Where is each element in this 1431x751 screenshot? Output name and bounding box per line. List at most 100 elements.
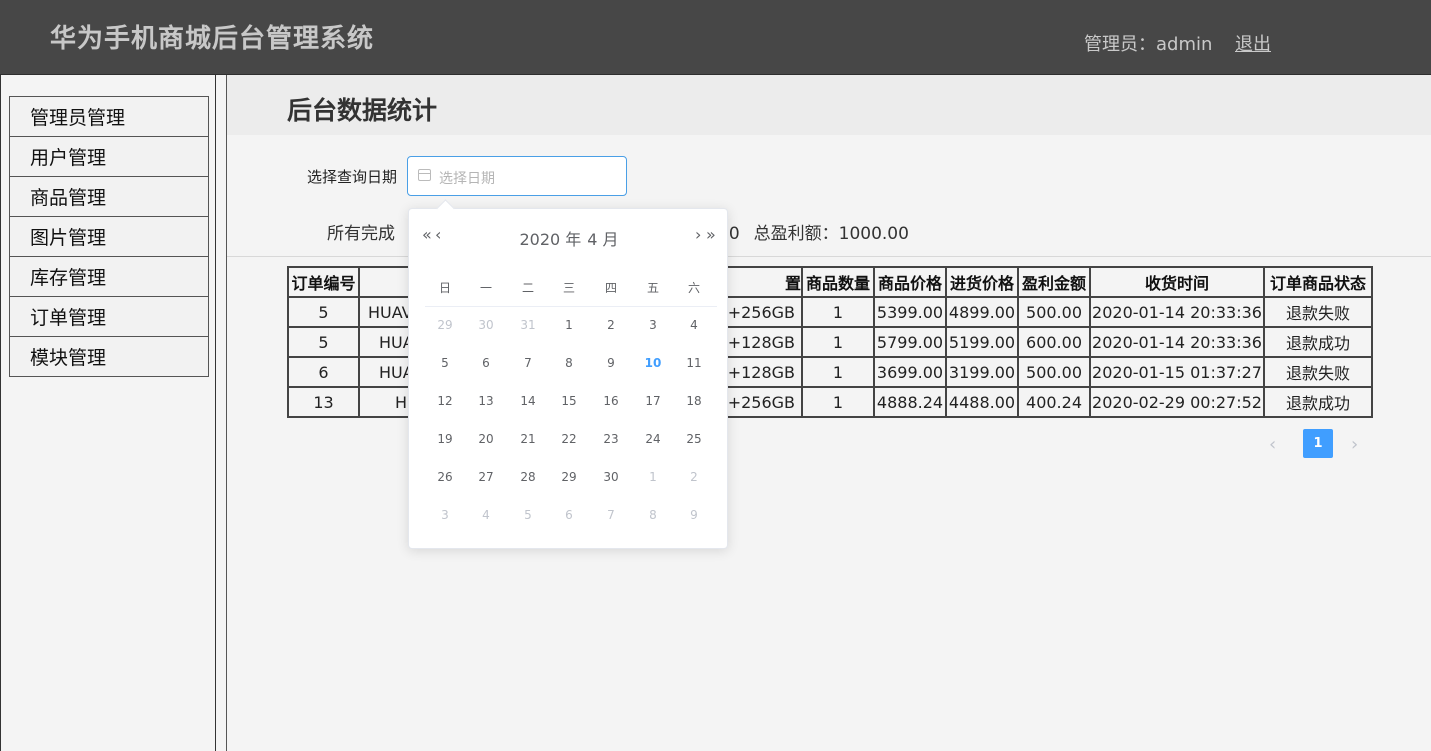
calendar-day[interactable]: 14: [513, 394, 543, 408]
pager-page-current[interactable]: 1: [1303, 429, 1333, 458]
sidebar-item-modules[interactable]: 模块管理: [9, 336, 209, 377]
calendar-day[interactable]: 1: [638, 470, 668, 484]
calendar-day[interactable]: 2: [679, 470, 709, 484]
summary-left: 所有完成: [327, 224, 395, 244]
admin-label: 管理员：admin: [1084, 34, 1213, 55]
calendar-day[interactable]: 16: [596, 394, 626, 408]
calendar-day[interactable]: 8: [638, 508, 668, 522]
date-input[interactable]: 选择日期: [407, 156, 627, 196]
calendar-day[interactable]: 29: [554, 470, 584, 484]
calendar-day[interactable]: 20: [471, 432, 501, 446]
table-cell: 3699.00: [873, 356, 948, 388]
logout-link[interactable]: 退出: [1235, 30, 1271, 56]
calendar-day[interactable]: 5: [513, 508, 543, 522]
table-cell: 600.00: [1017, 326, 1092, 358]
calendar-day[interactable]: 26: [430, 470, 460, 484]
table-cell: 5799.00: [873, 326, 948, 358]
table-cell: 5199.00: [945, 326, 1020, 358]
page-title: 后台数据统计: [287, 96, 438, 125]
calendar-day[interactable]: 13: [471, 394, 501, 408]
table-cell: 1: [801, 356, 876, 388]
weekday-label: 五: [646, 281, 659, 295]
calendar-day[interactable]: 27: [471, 470, 501, 484]
calendar-day[interactable]: 7: [513, 356, 543, 370]
picker-year[interactable]: 2020 年: [519, 230, 581, 249]
table-cell: 退款成功: [1263, 326, 1374, 358]
calendar-day[interactable]: 6: [554, 508, 584, 522]
table-cell: 2020-02-29 00:27:52: [1089, 386, 1266, 418]
calendar-day[interactable]: 30: [471, 318, 501, 332]
table-cell: 2020-01-14 20:33:36: [1089, 296, 1266, 328]
col-header: 订单商品状态: [1263, 266, 1374, 298]
table-cell: 5399.00: [873, 296, 948, 328]
table-cell: 500.00: [1017, 296, 1092, 328]
table-cell: 2020-01-14 20:33:36: [1089, 326, 1266, 358]
next-year-icon[interactable]: »: [706, 225, 716, 244]
calendar-day[interactable]: 1: [554, 318, 584, 332]
calendar-day[interactable]: 30: [596, 470, 626, 484]
sidebar-item-users[interactable]: 用户管理: [9, 136, 209, 177]
calendar-day[interactable]: 9: [679, 508, 709, 522]
summary-total-profit: 总盈利额：1000.00: [753, 224, 909, 244]
col-header: 进货价格: [945, 266, 1020, 298]
calendar-day[interactable]: 22: [554, 432, 584, 446]
calendar-day[interactable]: 10: [638, 356, 668, 370]
calendar-day[interactable]: 4: [471, 508, 501, 522]
date-placeholder: 选择日期: [439, 171, 495, 187]
calendar-day[interactable]: 23: [596, 432, 626, 446]
sidebar-item-images[interactable]: 图片管理: [9, 216, 209, 257]
calendar-day[interactable]: 25: [679, 432, 709, 446]
calendar-day[interactable]: 11: [679, 356, 709, 370]
calendar-day[interactable]: 21: [513, 432, 543, 446]
calendar-day[interactable]: 8: [554, 356, 584, 370]
page-header: 后台数据统计: [227, 75, 1431, 135]
sidebar: 管理员管理 用户管理 商品管理 图片管理 库存管理 订单管理 模块管理: [0, 75, 216, 751]
calendar-day[interactable]: 3: [638, 318, 668, 332]
weekday-label: 一: [479, 281, 492, 295]
calendar-day[interactable]: 2: [596, 318, 626, 332]
calendar-day[interactable]: 9: [596, 356, 626, 370]
calendar-day[interactable]: 31: [513, 318, 543, 332]
sidebar-item-inventory[interactable]: 库存管理: [9, 256, 209, 297]
calendar-day[interactable]: 7: [596, 508, 626, 522]
col-header: 收货时间: [1089, 266, 1266, 298]
calendar-day[interactable]: 28: [513, 470, 543, 484]
calendar-day[interactable]: 3: [430, 508, 460, 522]
calendar-day[interactable]: 29: [430, 318, 460, 332]
weekday-label: 六: [687, 281, 700, 295]
calendar-day[interactable]: 24: [638, 432, 668, 446]
table-cell: 2020-01-15 01:37:27: [1089, 356, 1266, 388]
calendar-icon: [418, 169, 431, 181]
weekday-label: 四: [604, 281, 617, 295]
sidebar-item-orders[interactable]: 订单管理: [9, 296, 209, 337]
table-cell: 退款失败: [1263, 296, 1374, 328]
table-cell: 1: [801, 386, 876, 418]
calendar-day[interactable]: 15: [554, 394, 584, 408]
col-header: 盈利金额: [1017, 266, 1092, 298]
top-header: 华为手机商城后台管理系统 管理员：admin 退出: [0, 0, 1431, 75]
sidebar-item-products[interactable]: 商品管理: [9, 176, 209, 217]
app-title: 华为手机商城后台管理系统: [50, 24, 375, 54]
pager-next-icon[interactable]: ›: [1351, 434, 1367, 458]
next-month-icon[interactable]: ›: [695, 225, 702, 244]
table-cell: 退款成功: [1263, 386, 1374, 418]
table-cell: 退款失败: [1263, 356, 1374, 388]
date-label: 选择查询日期: [307, 168, 398, 186]
table-cell: 5: [287, 326, 360, 358]
weekday-label: 二: [521, 281, 534, 295]
calendar-day[interactable]: 6: [471, 356, 501, 370]
table-cell: 13: [287, 386, 360, 418]
picker-month[interactable]: 4 月: [587, 230, 618, 249]
table-cell: 4488.00: [945, 386, 1020, 418]
calendar-day[interactable]: 12: [430, 394, 460, 408]
sidebar-item-admin[interactable]: 管理员管理: [9, 96, 209, 137]
calendar-day[interactable]: 17: [638, 394, 668, 408]
calendar-day[interactable]: 5: [430, 356, 460, 370]
pager-prev-icon[interactable]: ‹: [1269, 434, 1285, 458]
calendar-day[interactable]: 19: [430, 432, 460, 446]
calendar-day[interactable]: 4: [679, 318, 709, 332]
col-header: 订单编号: [287, 266, 360, 298]
calendar-day[interactable]: 18: [679, 394, 709, 408]
col-header: 商品价格: [873, 266, 948, 298]
col-header: 商品数量: [801, 266, 876, 298]
